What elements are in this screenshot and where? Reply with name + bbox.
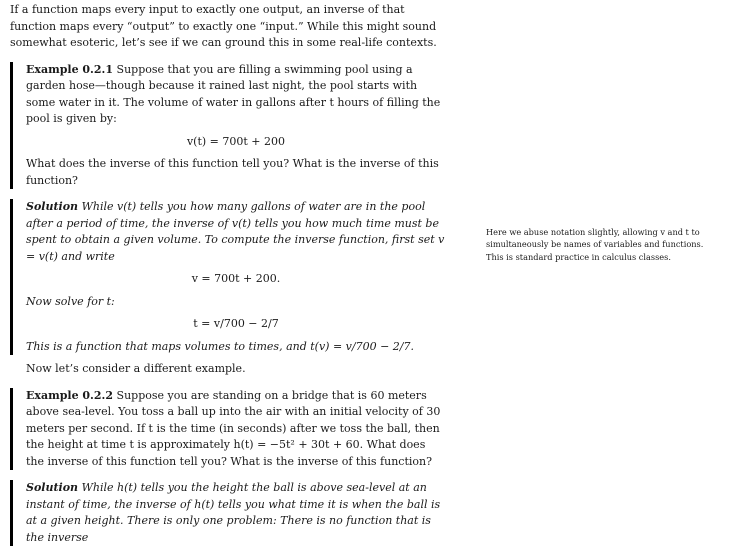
solution-text: While v(t) tells you how many gallons of… — [26, 200, 445, 263]
example-question: What does the inverse of this function t… — [26, 157, 439, 187]
solution-bar — [10, 199, 13, 355]
solution-0-2-2: Solution While h(t) tells you the height… — [10, 480, 446, 546]
example-0-2-2: Example 0.2.2 Suppose you are standing o… — [10, 387, 446, 470]
solution-0-2-1: Solution While v(t) tells you how many g… — [10, 199, 446, 355]
solution-mid: Now solve for t: — [26, 294, 115, 308]
main-text-column: If a function maps every input to exactl… — [10, 2, 446, 546]
example-label: Example 0.2.1 — [26, 62, 114, 76]
solution-bar — [10, 480, 13, 546]
transition-paragraph: Now let’s consider a different example. — [26, 362, 246, 375]
equation: t = v/700 − 2/7 — [193, 317, 279, 330]
intro-paragraph: If a function maps every input to exactl… — [10, 3, 437, 49]
solution-label: Solution — [26, 200, 79, 213]
solution-label: Solution — [26, 481, 79, 494]
example-bar — [10, 61, 13, 189]
solution-text: While h(t) tells you the height the ball… — [26, 481, 441, 544]
example-bar — [10, 387, 13, 470]
solution-end: This is a function that maps volumes to … — [26, 339, 415, 353]
example-0-2-1: Example 0.2.1 Suppose that you are filli… — [10, 61, 446, 189]
example-label: Example 0.2.2 — [26, 388, 114, 402]
margin-note: Here we abuse notation slightly, allowin… — [486, 227, 704, 262]
equation: v(t) = 700t + 200 — [186, 134, 286, 148]
equation: v = 700t + 200. — [191, 272, 281, 285]
